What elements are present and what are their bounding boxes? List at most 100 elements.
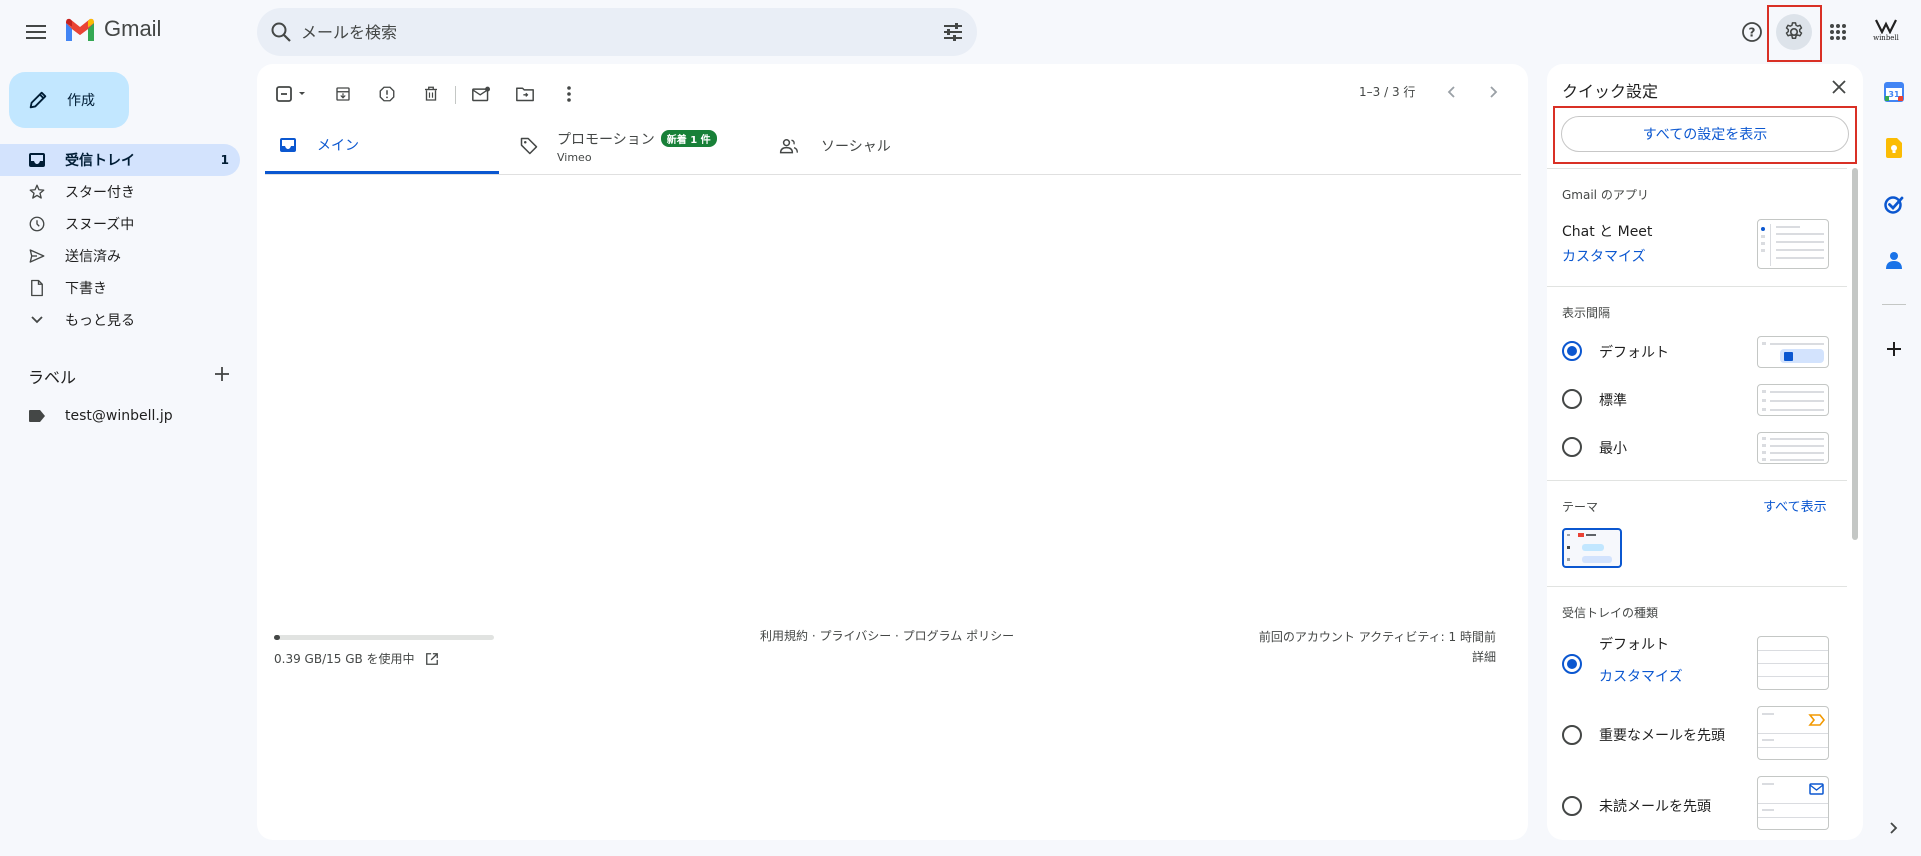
chat-meet-label: Chat と Meet — [1562, 224, 1653, 240]
gmail-m-icon — [66, 18, 94, 41]
inbox-type-customize-link[interactable]: カスタマイズ — [1599, 666, 1683, 686]
report-icon — [379, 86, 395, 102]
svg-text:?: ? — [1749, 26, 1756, 40]
theme-preview-icon — [1567, 533, 1612, 563]
main-menu-button[interactable] — [18, 14, 54, 50]
svg-text:31: 31 — [1888, 90, 1900, 99]
get-addons-button[interactable] — [1880, 335, 1908, 363]
delete-button[interactable] — [415, 78, 447, 110]
tab-label: ソーシャル — [821, 139, 891, 155]
sidebar-item-label: スヌーズ中 — [65, 217, 135, 233]
pencil-icon — [29, 91, 47, 109]
add-label-button[interactable] — [212, 364, 232, 384]
search-icon[interactable] — [269, 20, 293, 44]
sidebar-item-drafts[interactable]: 下書き — [0, 272, 240, 304]
apps-section-heading: Gmail のアプリ — [1562, 188, 1649, 202]
report-spam-button[interactable] — [371, 78, 403, 110]
google-apps-button[interactable] — [1820, 14, 1856, 50]
keep-app-button[interactable] — [1880, 134, 1908, 162]
previous-page-button[interactable] — [1440, 80, 1464, 104]
apps-grid-icon — [1830, 24, 1846, 40]
chevron-right-icon — [1890, 822, 1898, 834]
archive-button[interactable] — [327, 78, 359, 110]
sidebar-item-inbox[interactable]: 受信トレイ 1 — [0, 144, 240, 176]
more-actions-button[interactable] — [553, 78, 585, 110]
tab-main[interactable]: メイン — [265, 118, 499, 174]
inbox-type-label: デフォルト — [1599, 637, 1669, 653]
density-preview-icon — [1762, 390, 1824, 411]
theme-section-heading: テーマ — [1562, 500, 1599, 514]
density-default-radio[interactable] — [1562, 341, 1582, 361]
storage-usage-bar — [274, 635, 494, 640]
apps-customize-link[interactable]: カスタマイズ — [1562, 246, 1646, 266]
storage-usage[interactable]: 0.39 GB/15 GB を使用中 — [274, 650, 439, 667]
help-button[interactable]: ? — [1734, 14, 1770, 50]
select-checkbox[interactable] — [271, 78, 315, 110]
storage-usage-fill — [274, 635, 280, 640]
sidebar-item-starred[interactable]: スター付き — [0, 176, 240, 208]
calendar-app-button[interactable]: 31 — [1880, 78, 1908, 106]
message-list-panel: 1–3 / 3 行 メイン プロモーション 新着 1 件 Vimeo ソーシャル… — [257, 64, 1528, 840]
page-range: 1–3 / 3 行 — [1359, 85, 1416, 99]
tasks-icon — [1884, 196, 1904, 214]
inbox-type-important-radio[interactable] — [1562, 725, 1582, 745]
search-input[interactable] — [301, 8, 901, 56]
important-marker-icon — [1758, 713, 1828, 748]
inbox-type-important-preview — [1757, 706, 1829, 760]
plus-icon — [1887, 342, 1901, 356]
compose-label: 作成 — [67, 93, 95, 109]
sidebar-item-label: もっと見る — [65, 313, 135, 329]
checkbox-dropdown-icon — [276, 86, 305, 102]
trash-icon — [425, 86, 437, 101]
plus-icon — [215, 367, 229, 381]
sidebar-item-sent[interactable]: 送信済み — [0, 240, 240, 272]
tabs-divider — [265, 174, 1521, 175]
close-quick-settings-button[interactable] — [1830, 78, 1848, 96]
theme-default-thumbnail[interactable] — [1562, 528, 1622, 568]
compose-button[interactable]: 作成 — [9, 72, 129, 128]
sidebar-item-more[interactable]: もっと見る — [0, 304, 240, 336]
people-icon — [779, 139, 798, 154]
next-page-button[interactable] — [1481, 80, 1505, 104]
density-option-label: 標準 — [1599, 393, 1627, 409]
chevron-left-icon — [1447, 86, 1455, 98]
footer-links[interactable]: 利用規約 · プライバシー · プログラム ポリシー — [760, 627, 1014, 644]
search-bar[interactable] — [257, 8, 977, 56]
new-count-badge: 新着 1 件 — [660, 130, 717, 147]
sidebar-item-label: 受信トレイ — [65, 153, 135, 169]
tasks-app-button[interactable] — [1880, 190, 1908, 218]
density-option-label: デフォルト — [1599, 345, 1669, 361]
contacts-app-button[interactable] — [1880, 246, 1908, 274]
sidebar-label-test-winbell[interactable]: test@winbell.jp — [0, 400, 240, 432]
inbox-type-unread-radio[interactable] — [1562, 796, 1582, 816]
sidebar-item-label: スター付き — [65, 185, 135, 201]
search-options-icon[interactable] — [941, 20, 965, 44]
account-avatar[interactable]: winbell — [1870, 18, 1902, 46]
density-default-preview — [1757, 336, 1829, 368]
close-icon — [1832, 80, 1846, 94]
density-comfortable-radio[interactable] — [1562, 389, 1582, 409]
details-link[interactable]: 詳細 — [1259, 647, 1496, 667]
mark-unread-button[interactable] — [465, 78, 497, 110]
hamburger-icon — [26, 25, 46, 39]
divider — [1547, 586, 1847, 587]
inbox-type-default-radio[interactable] — [1562, 654, 1582, 674]
inbox-type-label: 重要なメールを先頭 — [1599, 728, 1725, 744]
gmail-logo[interactable]: Gmail — [64, 16, 161, 42]
density-compact-radio[interactable] — [1562, 437, 1582, 457]
sidebar-item-snoozed[interactable]: スヌーズ中 — [0, 208, 240, 240]
tab-social[interactable]: ソーシャル — [779, 118, 979, 174]
tab-promotions[interactable]: プロモーション 新着 1 件 Vimeo — [519, 118, 749, 174]
labels-heading: ラベル — [28, 368, 77, 387]
scrollbar[interactable] — [1852, 168, 1858, 540]
hide-side-panel-button[interactable] — [1880, 814, 1908, 842]
folder-move-icon — [516, 87, 534, 102]
see-all-settings-button[interactable]: すべての設定を表示 — [1561, 116, 1849, 152]
move-to-button[interactable] — [509, 78, 541, 110]
inbox-type-unread-preview — [1757, 776, 1829, 830]
open-external-icon[interactable] — [425, 652, 439, 666]
side-panel-divider — [1882, 304, 1906, 305]
theme-show-all-link[interactable]: すべて表示 — [1763, 496, 1827, 515]
tag-icon — [520, 137, 538, 155]
account-activity: 前回のアカウント アクティビティ: 1 時間前 詳細 — [1259, 627, 1496, 667]
